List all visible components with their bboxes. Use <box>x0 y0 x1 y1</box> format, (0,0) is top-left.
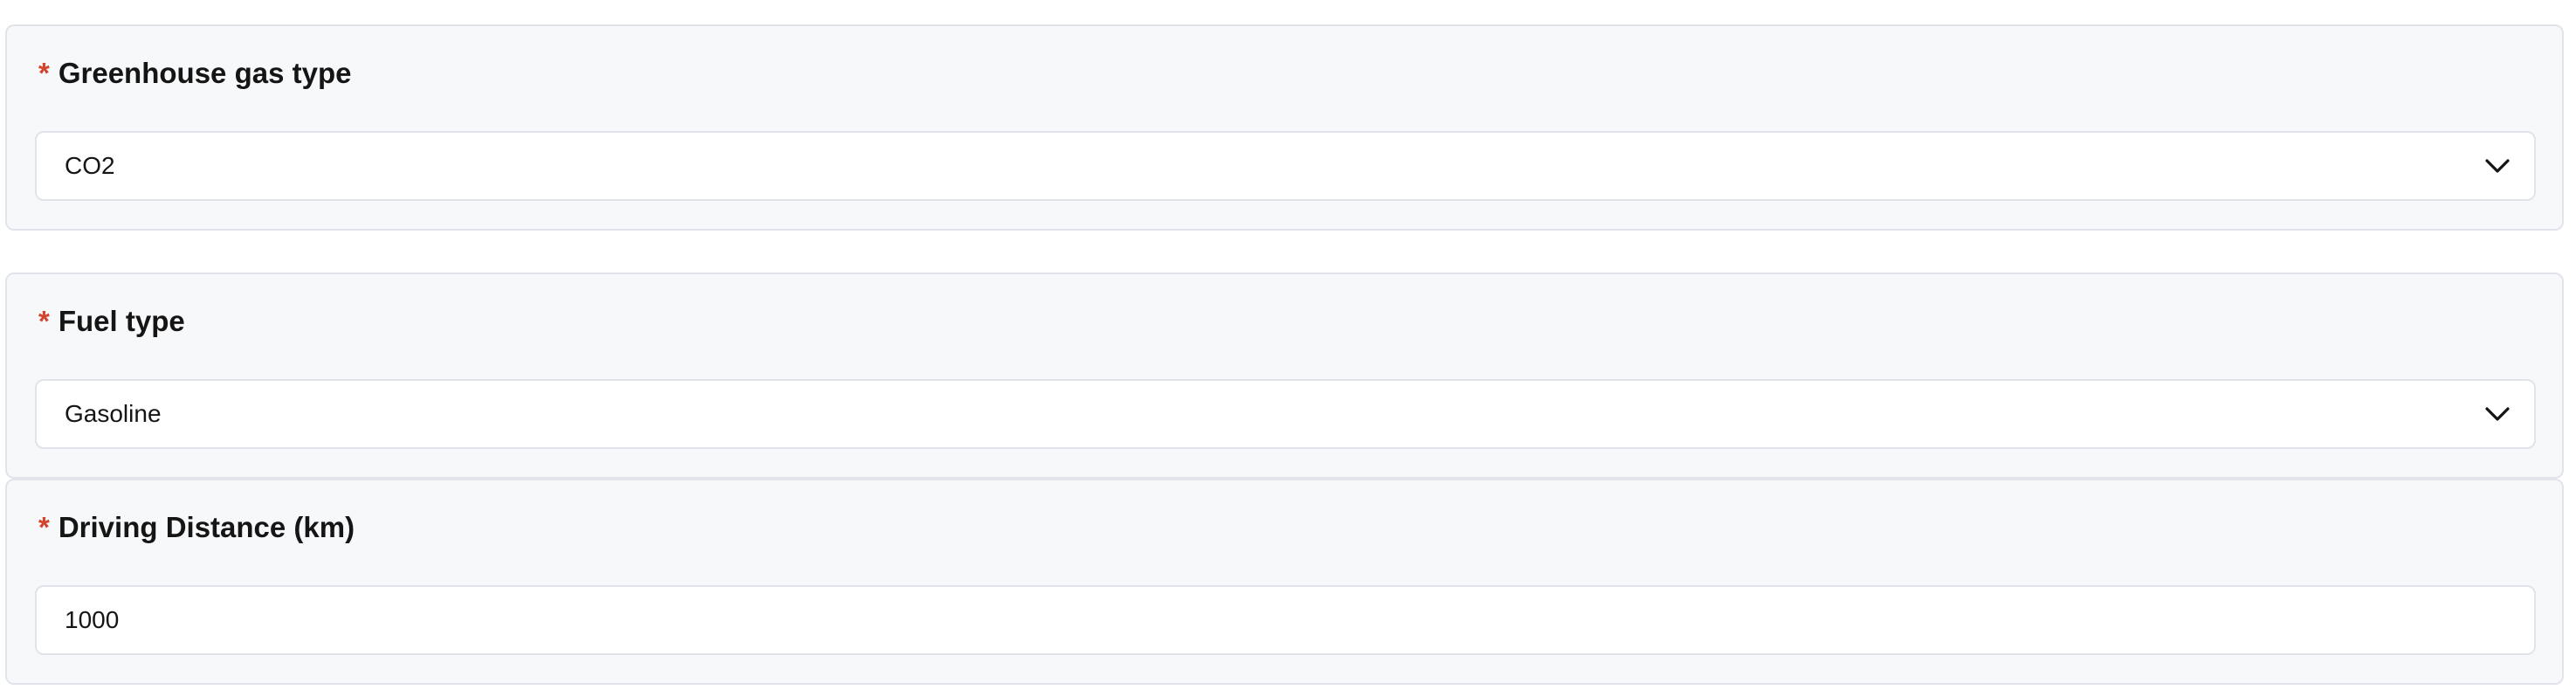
driving-distance-label-text: Driving Distance (km) <box>58 511 355 543</box>
driving-distance-label: * Driving Distance (km) <box>38 507 355 549</box>
greenhouse-gas-type-section: * Greenhouse gas type CO2 <box>5 24 2564 231</box>
required-marker: * <box>38 511 50 543</box>
chevron-down-icon[interactable] <box>2483 402 2511 426</box>
greenhouse-gas-type-label-text: Greenhouse gas type <box>58 57 352 89</box>
fuel-type-select[interactable]: Gasoline <box>35 379 2536 449</box>
required-marker: * <box>38 305 50 337</box>
driving-distance-value: 1000 <box>65 606 120 633</box>
fuel-type-selected-value: Gasoline <box>65 400 162 427</box>
greenhouse-gas-type-select[interactable]: CO2 <box>35 131 2536 201</box>
driving-distance-input[interactable]: 1000 <box>35 585 2536 655</box>
fuel-type-section: * Fuel type Gasoline <box>5 273 2564 479</box>
driving-distance-section: * Driving Distance (km) 1000 <box>5 479 2564 685</box>
required-marker: * <box>38 57 50 89</box>
greenhouse-gas-type-selected-value: CO2 <box>65 152 115 179</box>
greenhouse-gas-type-label: * Greenhouse gas type <box>38 52 351 94</box>
fuel-type-label-text: Fuel type <box>58 305 185 337</box>
chevron-down-icon[interactable] <box>2483 154 2511 178</box>
fuel-type-label: * Fuel type <box>38 300 185 342</box>
